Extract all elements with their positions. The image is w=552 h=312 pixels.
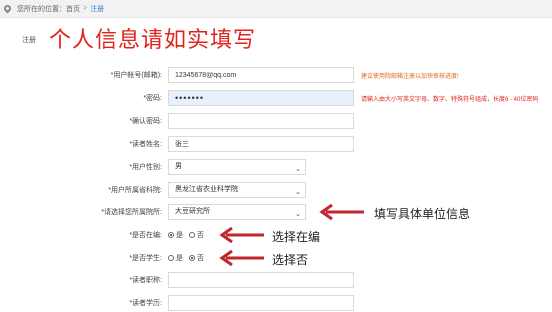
is-student-no-label: 否 xyxy=(197,255,204,262)
location-icon xyxy=(2,3,13,14)
radio-unchecked-icon xyxy=(189,232,195,238)
arrow-left-icon xyxy=(219,227,264,243)
chevron-down-icon: ⌄ xyxy=(295,189,301,196)
account-hint: 建议使用院邮箱注册以加快审核进度! xyxy=(361,74,459,80)
breadcrumb-current: 注册 xyxy=(90,5,105,13)
row-account: *用户帐号(邮箱): 建议使用院邮箱注册以加快审核进度! xyxy=(0,67,552,83)
row-gender: *用户性别: 男 ⌄ xyxy=(0,159,552,175)
password-input[interactable]: ••••••• xyxy=(168,90,354,106)
annotation-unit: 填写具体单位信息 xyxy=(374,207,471,221)
annotation-is-student: 选择否 xyxy=(272,253,309,267)
unit-value: 大豆研究所 xyxy=(175,208,210,215)
institute-label: *用户所属省科院: xyxy=(108,187,162,194)
chevron-down-icon: ⌄ xyxy=(295,166,301,173)
annotation-on-staff: 选择在编 xyxy=(272,230,321,244)
radio-checked-icon xyxy=(168,232,174,238)
on-staff-yes-label: 是 xyxy=(176,232,183,239)
on-staff-label: *是否在编: xyxy=(129,232,162,239)
account-label: *用户帐号(邮箱): xyxy=(110,72,162,79)
on-staff-option-yes[interactable]: 是 xyxy=(168,230,183,240)
gender-value: 男 xyxy=(175,163,182,170)
on-staff-radio-group: 是 否 xyxy=(168,230,204,240)
chevron-down-icon: ⌄ xyxy=(295,211,301,218)
on-staff-no-label: 否 xyxy=(197,232,204,239)
page-title: 个人信息请如实填写 xyxy=(49,27,257,52)
unit-select[interactable]: 大豆研究所 ⌄ xyxy=(168,204,306,220)
reader-title-label: *读者职称: xyxy=(129,277,162,284)
row-password: *密码: ••••••• 请输入由大小写英文字母、数字、特殊符号组成，长度6 -… xyxy=(0,90,552,106)
row-institute: *用户所属省科院: 黑龙江省农业科学院 ⌄ xyxy=(0,182,552,198)
radio-unchecked-icon xyxy=(168,255,174,261)
password-label: *密码: xyxy=(143,95,162,102)
breadcrumb-separator: > xyxy=(83,5,88,12)
row-reader-name: *读者姓名: xyxy=(0,136,552,152)
gender-select[interactable]: 男 ⌄ xyxy=(168,159,306,175)
unit-label: *请选择您所属院所: xyxy=(101,209,162,216)
radio-checked-icon xyxy=(189,255,195,261)
is-student-option-yes[interactable]: 是 xyxy=(168,253,183,263)
arrow-left-icon xyxy=(219,250,264,266)
institute-select[interactable]: 黑龙江省农业科学院 ⌄ xyxy=(168,182,306,198)
on-staff-option-no[interactable]: 否 xyxy=(189,230,204,240)
reader-name-input[interactable] xyxy=(168,136,354,152)
institute-value: 黑龙江省农业科学院 xyxy=(175,186,238,193)
arrow-left-icon xyxy=(319,204,364,220)
confirm-password-label: *确认密码: xyxy=(129,118,162,125)
breadcrumb: 您所在的位置： 首页 > 注册 xyxy=(0,0,552,18)
education-input[interactable] xyxy=(168,295,354,311)
education-label: *读者学历: xyxy=(129,300,162,307)
section-label: 注册 xyxy=(22,37,36,44)
is-student-label: *是否学生: xyxy=(129,255,162,262)
breadcrumb-prefix: 您所在的位置： xyxy=(17,5,66,13)
row-education: *读者学历: xyxy=(0,295,552,311)
row-title: *读者职称: xyxy=(0,272,552,288)
account-input[interactable] xyxy=(168,67,354,83)
gender-label: *用户性别: xyxy=(129,164,162,171)
is-student-option-no[interactable]: 否 xyxy=(189,253,204,263)
breadcrumb-home[interactable]: 首页 xyxy=(66,4,80,14)
is-student-radio-group: 是 否 xyxy=(168,253,204,263)
password-hint: 请输入由大小写英文字母、数字、特殊符号组成，长度6 - 40位密码 xyxy=(361,97,539,103)
confirm-password-input[interactable] xyxy=(168,113,354,129)
reader-title-input[interactable] xyxy=(168,272,354,288)
row-confirm-password: *确认密码: xyxy=(0,113,552,129)
reader-name-label: *读者姓名: xyxy=(129,141,162,148)
is-student-yes-label: 是 xyxy=(176,255,183,262)
